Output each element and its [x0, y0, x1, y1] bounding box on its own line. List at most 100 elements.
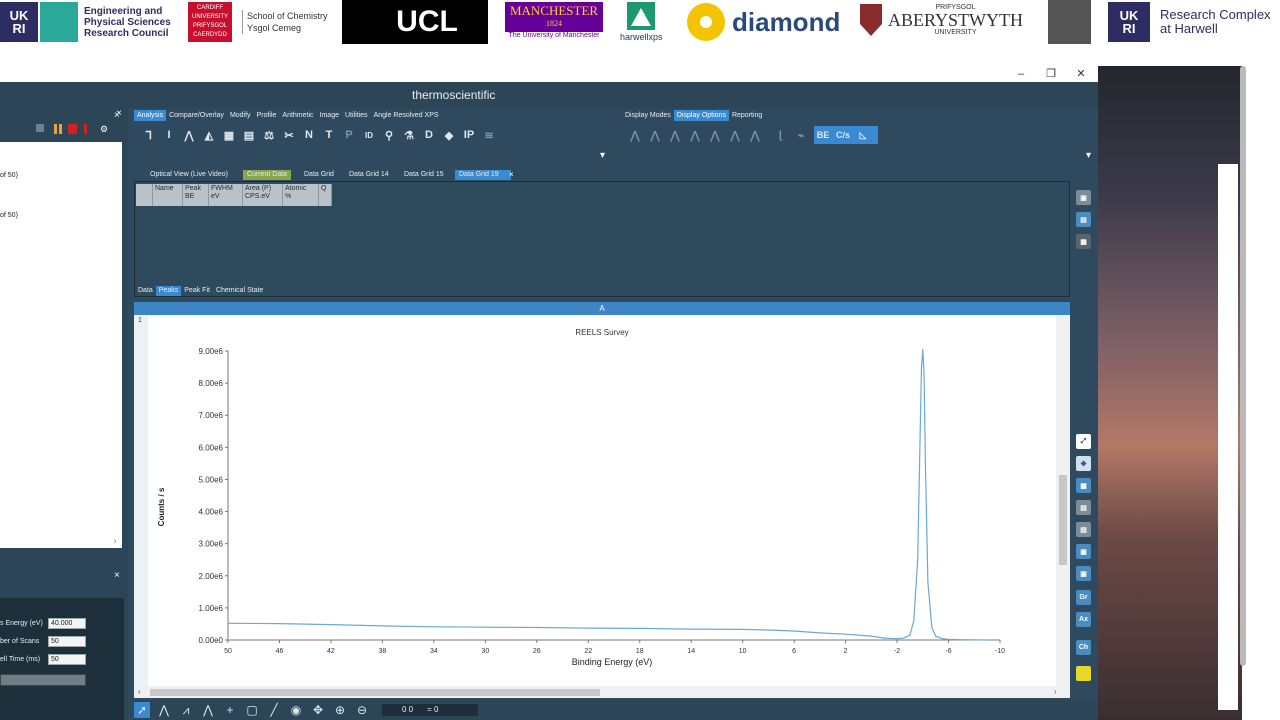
axis-icon[interactable]: ⌊: [774, 128, 788, 142]
stack-icon[interactable]: ▤: [1076, 500, 1091, 515]
zoom-in-icon[interactable]: ⊕: [332, 702, 348, 718]
report-icon[interactable]: ▤: [242, 128, 256, 142]
pass-energy-input[interactable]: 40.000: [48, 618, 86, 629]
maximize-button[interactable]: ❐: [1036, 66, 1066, 82]
tab-modify[interactable]: Modify: [227, 110, 254, 121]
tab-image[interactable]: Image: [317, 110, 342, 121]
grid-col-0[interactable]: [136, 184, 153, 206]
nls-icon[interactable]: N: [302, 128, 316, 142]
tab-compare-overlay[interactable]: Compare/Overlay: [166, 110, 227, 121]
tab-peaks[interactable]: Peaks: [155, 286, 182, 296]
pause-icon[interactable]: [54, 124, 57, 134]
tfa-icon[interactable]: T: [322, 128, 336, 142]
region-icon[interactable]: ⩘: [178, 702, 194, 718]
layout-icon[interactable]: ▣: [1076, 544, 1091, 559]
ribbon-expand-icon-2[interactable]: ▾: [1086, 150, 1091, 161]
tab-data[interactable]: Data: [135, 286, 156, 296]
save-icon[interactable]: ▣: [1076, 190, 1091, 205]
tab-angle-resolved-xps[interactable]: Angle Resolved XPS: [371, 110, 442, 121]
ribbon-expand-icon[interactable]: ▾: [600, 150, 605, 161]
display-mode-icon-6[interactable]: ⋀: [728, 128, 742, 142]
grid-col-fwhm[interactable]: FWHM eV: [209, 184, 243, 206]
display-mode-icon-3[interactable]: ⋀: [668, 128, 682, 142]
spectrum-chart[interactable]: REELS Survey Binding Energy (eV) Counts …: [148, 315, 1056, 686]
peak-id-icon[interactable]: I: [162, 128, 176, 142]
autoscale-icon[interactable]: ⤢: [1076, 434, 1091, 449]
cps-toggle[interactable]: C/s: [836, 128, 850, 142]
tab-data-grid-14[interactable]: Data Grid 14: [345, 170, 393, 180]
flask-icon[interactable]: ⚗: [402, 128, 416, 142]
tree-item[interactable]: of 50): [0, 212, 18, 219]
tree-item[interactable]: of 50): [0, 172, 18, 179]
open-folder-icon[interactable]: ▤: [1076, 212, 1091, 227]
desktop-scrollbar[interactable]: [1240, 46, 1280, 720]
display-mode-icon-4[interactable]: ⋀: [688, 128, 702, 142]
display-mode-icon-5[interactable]: ⋀: [708, 128, 722, 142]
chart-icon[interactable]: ⌁: [794, 128, 808, 142]
spectrum-icon[interactable]: ◭: [202, 128, 216, 142]
color-legend-icon[interactable]: [1076, 666, 1091, 681]
grid-col-atomic[interactable]: Atomic%: [283, 184, 319, 206]
tab-data-grid-19[interactable]: Data Grid 19: [455, 170, 511, 180]
close-button[interactable]: ✕: [1066, 66, 1096, 82]
peak-add-tool-icon[interactable]: ⋀: [200, 702, 216, 718]
fit-all-icon[interactable]: ✥: [1076, 456, 1091, 471]
tab-display-modes[interactable]: Display Modes: [622, 110, 674, 121]
minimize-button[interactable]: –: [1006, 66, 1036, 82]
chart-hscroll[interactable]: ‹ ›: [134, 686, 1070, 698]
grid-col-name[interactable]: Name: [153, 184, 183, 206]
tab-analysis[interactable]: Analysis: [134, 110, 167, 121]
peak-add-icon[interactable]: ⋀: [182, 128, 196, 142]
grid-col-q[interactable]: Q: [319, 184, 332, 206]
scale-icon[interactable]: ⚖: [262, 128, 276, 142]
ip-icon[interactable]: IP: [462, 128, 476, 142]
abort-icon[interactable]: [84, 124, 87, 134]
tab-close-icon[interactable]: ×: [509, 170, 514, 180]
iso-icon[interactable]: ≋: [482, 128, 496, 142]
display-mode-icon-2[interactable]: ⋀: [648, 128, 662, 142]
number-of-scans-input[interactable]: 50: [48, 636, 86, 647]
normalize-toggle[interactable]: ◺: [856, 128, 870, 142]
chart-row-header[interactable]: 1: [134, 315, 148, 687]
stop-icon[interactable]: [68, 124, 77, 134]
scissors-icon[interactable]: ✂: [282, 128, 296, 142]
pointer-icon[interactable]: ➚: [134, 702, 150, 718]
display-mode-icon-7[interactable]: ⋀: [748, 128, 762, 142]
tab-optical-view[interactable]: Optical View (Live Video): [146, 170, 232, 180]
export-icon[interactable]: ▦: [1076, 234, 1091, 249]
tab-chemical-state[interactable]: Chemical State: [213, 286, 266, 296]
options-icon[interactable]: ⚙: [100, 124, 110, 134]
tab-current-data[interactable]: Current Data: [243, 170, 292, 180]
grid-layout-icon[interactable]: ▦: [1076, 478, 1091, 493]
ribbon-close-icon[interactable]: ×: [116, 108, 122, 119]
grid-col-peak-be[interactable]: Peak BE: [183, 184, 209, 206]
tab-arithmetic[interactable]: Arithmetic: [279, 110, 316, 121]
tab-utilities[interactable]: Utilities: [342, 110, 371, 121]
tree-scroll-right[interactable]: ›: [114, 538, 122, 548]
tab-reporting[interactable]: Reporting: [729, 110, 765, 121]
d-icon[interactable]: D: [422, 128, 436, 142]
graph-settings-icon[interactable]: Gr: [1076, 590, 1091, 605]
stack-2-icon[interactable]: ▤: [1076, 522, 1091, 537]
pan-icon[interactable]: ✥: [310, 702, 326, 718]
mode-dropdown[interactable]: [0, 674, 86, 686]
box-select-icon[interactable]: ▢: [244, 702, 260, 718]
zoom-out-icon[interactable]: ⊖: [354, 702, 370, 718]
tab-display-options[interactable]: Display Options: [673, 110, 729, 121]
dwell-time-input[interactable]: 50: [48, 654, 86, 665]
pin-icon[interactable]: ◆: [442, 128, 456, 142]
eye-icon[interactable]: ◉: [288, 702, 304, 718]
peak-fit-icon[interactable]: ⅂: [142, 128, 156, 142]
be-toggle[interactable]: BE: [816, 128, 830, 142]
display-mode-icon-1[interactable]: ⋀: [628, 128, 642, 142]
pca-icon[interactable]: P: [342, 128, 356, 142]
layout-2-icon[interactable]: ▣: [1076, 566, 1091, 581]
tab-data-grid[interactable]: Data Grid: [300, 170, 338, 180]
tab-profile[interactable]: Profile: [254, 110, 280, 121]
peak-marker-icon[interactable]: ⋀: [156, 702, 172, 718]
panel-close-icon-2[interactable]: ×: [114, 570, 120, 581]
chart-column-header[interactable]: A: [134, 302, 1070, 315]
channel-settings-icon[interactable]: Ch: [1076, 640, 1091, 655]
table-icon[interactable]: ▦: [222, 128, 236, 142]
tab-peak-fit[interactable]: Peak Fit: [181, 286, 213, 296]
